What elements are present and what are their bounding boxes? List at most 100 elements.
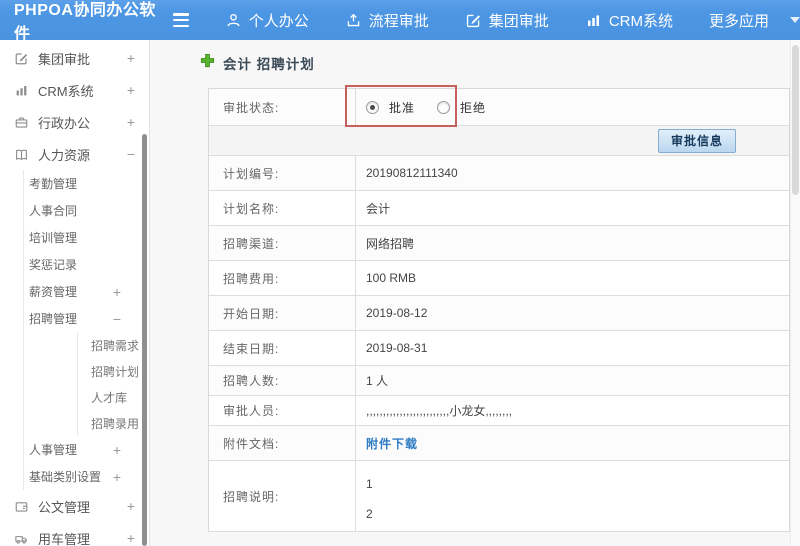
sidebar-item-reward-punishment[interactable]: 奖惩记录 bbox=[24, 251, 149, 278]
sidebar-item-recruit-plan[interactable]: 招聘计划 bbox=[78, 358, 149, 384]
sidebar-item-recruit-hire[interactable]: 招聘录用 bbox=[78, 410, 149, 436]
sidebar-item-label: 招聘管理 bbox=[29, 312, 78, 326]
main-content: 会计 招聘计划 审批状态: 批准 拒绝 审批信息 计划编号: 201908121… bbox=[150, 40, 790, 546]
field-label: 计划名称: bbox=[209, 191, 356, 225]
sidebar-item-label: 薪资管理 bbox=[29, 285, 78, 299]
field-label: 结束日期: bbox=[209, 331, 356, 365]
page-title: 会计 招聘计划 bbox=[223, 57, 315, 72]
sidebar-item-label: 人事管理 bbox=[29, 443, 78, 457]
nav-personal-office[interactable]: 个人办公 bbox=[225, 10, 309, 31]
row-plan-name: 计划名称: 会计 bbox=[209, 191, 789, 226]
row-approval-status: 审批状态: 批准 拒绝 bbox=[209, 85, 789, 127]
sidebar-item-label: 行政办公 bbox=[38, 115, 91, 131]
sidebar-item-label: 招聘计划 bbox=[91, 364, 140, 379]
nav-label: CRM系统 bbox=[608, 12, 673, 30]
expand-toggle[interactable]: + bbox=[113, 469, 121, 485]
row-headcount: 招聘人数: 1 人 bbox=[209, 366, 789, 396]
nav-crm-system[interactable]: CRM系统 bbox=[585, 10, 673, 31]
expand-toggle[interactable]: + bbox=[127, 82, 135, 98]
nav-group-approval[interactable]: 集团审批 bbox=[465, 10, 549, 31]
radio-reject[interactable] bbox=[437, 100, 451, 114]
sidebar-item-group-approval[interactable]: 集团审批 + bbox=[0, 42, 149, 74]
sidebar-item-label: 招聘录用 bbox=[91, 416, 140, 431]
sidebar-item-vehicle[interactable]: 用车管理 + bbox=[0, 522, 149, 546]
sidebar-item-label: 人事合同 bbox=[29, 204, 78, 218]
expand-toggle[interactable]: + bbox=[127, 498, 135, 514]
radio-approve-label: 批准 bbox=[389, 100, 416, 115]
sidebar-item-personnel[interactable]: 人事管理 + bbox=[24, 436, 149, 463]
field-value: 网络招聘 bbox=[366, 236, 415, 251]
collapse-toggle[interactable]: − bbox=[127, 146, 135, 162]
field-label: 开始日期: bbox=[209, 296, 356, 330]
bar-chart-icon bbox=[14, 82, 30, 98]
recruit-plan-detail-table: 审批状态: 批准 拒绝 审批信息 计划编号: 20190812111340 计划… bbox=[208, 85, 790, 532]
field-label: 招聘渠道: bbox=[209, 226, 356, 260]
field-value: 100 RMB bbox=[366, 271, 417, 285]
approval-info-button[interactable]: 审批信息 bbox=[657, 128, 736, 153]
sidebar-item-label: 考勤管理 bbox=[29, 177, 78, 191]
row-toolbar: 审批信息 bbox=[209, 126, 789, 156]
page-scrollbar[interactable] bbox=[790, 40, 800, 546]
expand-toggle[interactable]: + bbox=[113, 442, 121, 458]
collapse-toggle[interactable]: − bbox=[113, 311, 121, 327]
app-window: PHPOA协同办公软件 个人办公 流程审批 集团审批 CRM系统 更多应用 集团… bbox=[0, 0, 800, 546]
page-scrollbar-thumb[interactable] bbox=[792, 45, 799, 195]
recruitment-submenu: 招聘需求 招聘计划 人才库 招聘录用 bbox=[77, 332, 149, 436]
hamburger-menu-icon[interactable] bbox=[172, 13, 189, 27]
sidebar: 集团审批 + CRM系统 + 行政办公 + 人力资源 − 考勤管理 人事合同 培… bbox=[0, 40, 150, 546]
sidebar-item-human-resources[interactable]: 人力资源 − bbox=[0, 138, 149, 170]
row-approvers: 审批人员: ,,,,,,,,,,,,,,,,,,,,,,,,,小龙女,,,,,,… bbox=[209, 396, 789, 426]
expand-toggle[interactable]: + bbox=[127, 50, 135, 66]
nav-more-apps[interactable]: 更多应用 bbox=[709, 10, 800, 31]
nav-label: 更多应用 bbox=[708, 12, 769, 30]
sidebar-item-hr-contract[interactable]: 人事合同 bbox=[24, 197, 149, 224]
sidebar-item-recruit-demand[interactable]: 招聘需求 bbox=[78, 332, 149, 358]
nav-label: 流程审批 bbox=[368, 12, 429, 30]
nav-label: 集团审批 bbox=[488, 12, 549, 30]
description-line: 1 bbox=[366, 477, 373, 491]
field-value: 附件下载 bbox=[356, 426, 789, 460]
page-header: 会计 招聘计划 bbox=[200, 53, 315, 73]
nav-workflow-approval[interactable]: 流程审批 bbox=[345, 10, 429, 31]
sidebar-item-label: 招聘需求 bbox=[91, 338, 140, 353]
nav-label: 个人办公 bbox=[248, 12, 309, 30]
sidebar-item-label: 人力资源 bbox=[38, 147, 91, 163]
user-icon bbox=[225, 12, 242, 29]
attachment-download-link[interactable]: 附件下载 bbox=[366, 435, 418, 452]
row-end-date: 结束日期: 2019-08-31 bbox=[209, 331, 789, 366]
sidebar-item-label: 奖惩记录 bbox=[29, 258, 78, 272]
briefcase-icon bbox=[14, 114, 30, 130]
sidebar-item-label: CRM系统 bbox=[38, 83, 94, 99]
topbar: PHPOA协同办公软件 个人办公 流程审批 集团审批 CRM系统 更多应用 bbox=[0, 0, 800, 43]
car-icon bbox=[14, 530, 30, 546]
hr-submenu: 考勤管理 人事合同 培训管理 奖惩记录 薪资管理 + 招聘管理 − 招聘需求 招… bbox=[23, 170, 149, 490]
field-value: 1 人 bbox=[366, 374, 389, 388]
row-recruit-channel: 招聘渠道: 网络招聘 bbox=[209, 226, 789, 261]
edit-icon bbox=[14, 50, 30, 66]
sidebar-scrollbar-thumb[interactable] bbox=[142, 134, 147, 546]
sidebar-item-training[interactable]: 培训管理 bbox=[24, 224, 149, 251]
expand-toggle[interactable]: + bbox=[127, 530, 135, 546]
bar-chart-icon bbox=[585, 12, 602, 29]
sidebar-item-attendance[interactable]: 考勤管理 bbox=[24, 170, 149, 197]
wallet-icon bbox=[14, 498, 30, 514]
sidebar-item-label: 基础类别设置 bbox=[29, 470, 102, 484]
sidebar-item-base-category[interactable]: 基础类别设置 + bbox=[24, 463, 149, 490]
sidebar-item-admin-office[interactable]: 行政办公 + bbox=[0, 106, 149, 138]
sidebar-item-salary[interactable]: 薪资管理 + bbox=[24, 278, 149, 305]
sidebar-item-label: 公文管理 bbox=[38, 499, 91, 515]
row-recruit-cost: 招聘费用: 100 RMB bbox=[209, 261, 789, 296]
sidebar-item-documents[interactable]: 公文管理 + bbox=[0, 490, 149, 522]
row-attachment: 附件文档: 附件下载 bbox=[209, 426, 789, 461]
expand-toggle[interactable]: + bbox=[113, 284, 121, 300]
sidebar-item-recruitment[interactable]: 招聘管理 − bbox=[24, 305, 149, 332]
expand-toggle[interactable]: + bbox=[127, 114, 135, 130]
add-plus-icon bbox=[200, 53, 215, 73]
sidebar-item-label: 用车管理 bbox=[38, 531, 91, 546]
edit-icon bbox=[465, 12, 482, 29]
field-value: ,,,,,,,,,,,,,,,,,,,,,,,,,小龙女,,,,,,,, bbox=[366, 404, 513, 418]
radio-approve[interactable] bbox=[366, 100, 379, 114]
sidebar-item-crm[interactable]: CRM系统 + bbox=[0, 74, 149, 106]
description-line: 2 bbox=[366, 507, 373, 521]
sidebar-item-talent-pool[interactable]: 人才库 bbox=[78, 384, 149, 410]
